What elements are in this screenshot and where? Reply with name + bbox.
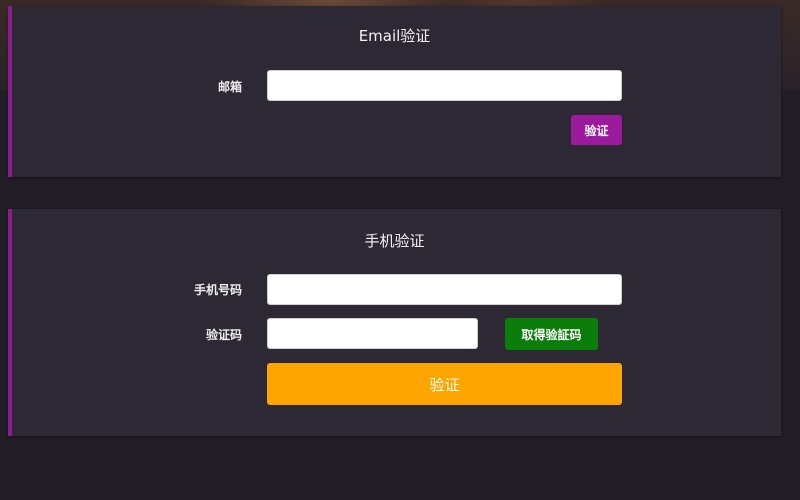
phone-verify-button[interactable]: 验证 — [267, 363, 622, 405]
email-verification-panel: Email验证 邮箱 验证 — [8, 6, 781, 177]
email-label: 邮箱 — [217, 80, 242, 94]
page: Email验证 邮箱 验证 手机验证 手机号码 验证码 取得验証码 验证 — [0, 0, 800, 500]
verification-code-label: 验证码 — [205, 328, 242, 342]
phone-verification-panel: 手机验证 手机号码 验证码 取得验証码 验证 — [8, 209, 781, 436]
email-verify-button[interactable]: 验证 — [571, 115, 622, 145]
phone-number-input[interactable] — [267, 274, 622, 305]
verification-code-input[interactable] — [267, 318, 478, 349]
get-code-button[interactable]: 取得验証码 — [505, 318, 598, 350]
email-input[interactable] — [267, 70, 622, 101]
phone-number-label: 手机号码 — [193, 283, 242, 297]
phone-section-title: 手机验证 — [364, 232, 425, 250]
email-section-title: Email验证 — [358, 27, 431, 45]
